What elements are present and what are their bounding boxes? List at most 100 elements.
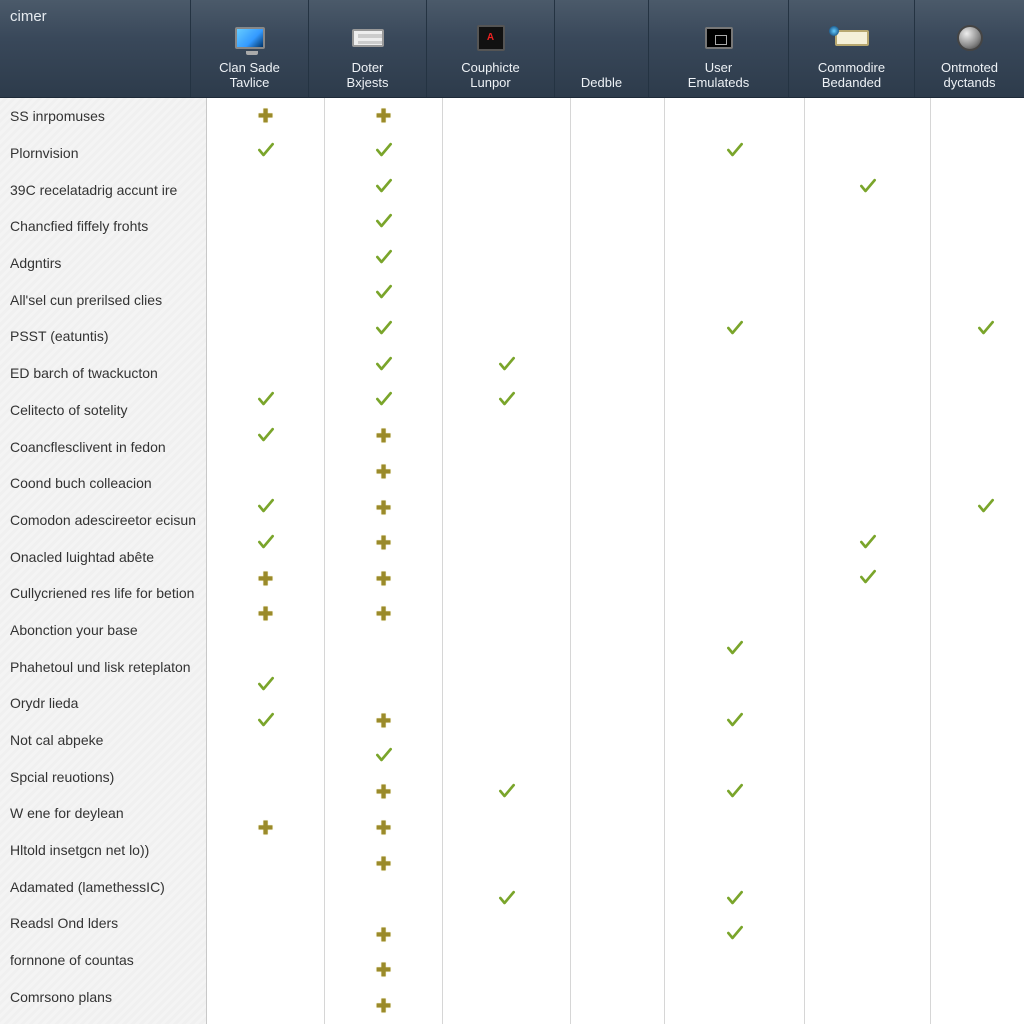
cell bbox=[443, 169, 570, 205]
cell bbox=[571, 632, 664, 668]
cell: ✚ bbox=[207, 810, 324, 846]
cell: ✚ bbox=[207, 561, 324, 597]
cell bbox=[325, 240, 442, 276]
data-column-user-emulateds bbox=[665, 98, 805, 1024]
cell bbox=[931, 810, 1024, 846]
cell bbox=[931, 632, 1024, 668]
check-icon bbox=[858, 567, 878, 590]
check-icon bbox=[497, 389, 517, 412]
cell: ✚ bbox=[325, 703, 442, 739]
plus-icon: ✚ bbox=[376, 427, 391, 445]
cell bbox=[665, 739, 804, 775]
plus-icon: ✚ bbox=[376, 605, 391, 623]
cell bbox=[805, 775, 930, 811]
column-header-doter-bxjests[interactable]: DoterBxjests bbox=[308, 0, 426, 97]
cell: ✚ bbox=[325, 775, 442, 811]
cell: ✚ bbox=[325, 846, 442, 882]
check-icon bbox=[725, 140, 745, 163]
cell bbox=[571, 917, 664, 953]
cell bbox=[443, 134, 570, 170]
cell bbox=[665, 347, 804, 383]
cell bbox=[571, 810, 664, 846]
screen-icon bbox=[697, 19, 741, 57]
cell bbox=[665, 917, 804, 953]
cell bbox=[443, 846, 570, 882]
header-corner-label: cimer bbox=[0, 0, 190, 97]
cell bbox=[207, 739, 324, 775]
data-column-commodire-bedanded bbox=[805, 98, 931, 1024]
cell bbox=[207, 953, 324, 989]
feature-label: Comodon adescireetor ecisun bbox=[0, 502, 206, 539]
header-columns: Clan SadeTavliceDoterBxjestsACouphicteLu… bbox=[190, 0, 1024, 97]
plus-icon: ✚ bbox=[376, 819, 391, 837]
cell bbox=[665, 632, 804, 668]
comparison-grid: SS inrpomusesPlornvision39C recelatadrig… bbox=[0, 98, 1024, 1024]
cell bbox=[571, 347, 664, 383]
cell bbox=[805, 169, 930, 205]
column-header-commodire-bedanded[interactable]: CommodireBedanded bbox=[788, 0, 914, 97]
feature-label: All'sel cun prerilsed clies bbox=[0, 281, 206, 318]
cell bbox=[443, 775, 570, 811]
cell bbox=[571, 205, 664, 241]
column-header-user-emulateds[interactable]: UserEmulateds bbox=[648, 0, 788, 97]
cell bbox=[931, 169, 1024, 205]
cell bbox=[571, 988, 664, 1024]
cell bbox=[931, 561, 1024, 597]
cell bbox=[443, 881, 570, 917]
data-column-clan-sade-tavlice: ✚✚✚✚ bbox=[207, 98, 325, 1024]
cell bbox=[571, 846, 664, 882]
cell bbox=[805, 276, 930, 312]
cell bbox=[443, 917, 570, 953]
cell bbox=[443, 276, 570, 312]
column-header-couphicte-lunpor[interactable]: ACouphicteLunpor bbox=[426, 0, 554, 97]
column-header-clan-sade-tavlice[interactable]: Clan SadeTavlice bbox=[190, 0, 308, 97]
cell bbox=[571, 134, 664, 170]
cell: ✚ bbox=[207, 597, 324, 633]
cell bbox=[805, 597, 930, 633]
check-icon bbox=[725, 888, 745, 911]
feature-label: Coond buch colleacion bbox=[0, 465, 206, 502]
plus-icon: ✚ bbox=[376, 570, 391, 588]
cell bbox=[931, 454, 1024, 490]
cell bbox=[665, 418, 804, 454]
cell bbox=[931, 846, 1024, 882]
feature-label: Cullycriened res life for betion bbox=[0, 575, 206, 612]
cell bbox=[931, 312, 1024, 348]
cell bbox=[325, 383, 442, 419]
cell: ✚ bbox=[325, 490, 442, 526]
column-header-sublabel: Bxjests bbox=[347, 76, 389, 91]
cell bbox=[207, 205, 324, 241]
column-header-label: Couphicte bbox=[461, 61, 520, 76]
check-icon bbox=[374, 389, 394, 412]
check-icon bbox=[256, 496, 276, 519]
cell bbox=[443, 988, 570, 1024]
cell bbox=[207, 668, 324, 704]
plus-icon: ✚ bbox=[376, 107, 391, 125]
column-header-sublabel: Tavlice bbox=[230, 76, 270, 91]
cell bbox=[931, 739, 1024, 775]
cell bbox=[931, 668, 1024, 704]
feature-label: Spcial reuotions) bbox=[0, 758, 206, 795]
cell bbox=[665, 561, 804, 597]
cell bbox=[443, 810, 570, 846]
column-header-dedble[interactable]: Dedble bbox=[554, 0, 648, 97]
check-icon bbox=[725, 318, 745, 341]
feature-label: Adgntirs bbox=[0, 245, 206, 282]
check-icon bbox=[374, 211, 394, 234]
cell bbox=[805, 383, 930, 419]
cell bbox=[805, 810, 930, 846]
check-icon bbox=[725, 781, 745, 804]
cell bbox=[207, 240, 324, 276]
cell bbox=[571, 98, 664, 134]
cell bbox=[325, 632, 442, 668]
cell bbox=[207, 775, 324, 811]
cell bbox=[207, 169, 324, 205]
plus-icon: ✚ bbox=[376, 855, 391, 873]
cell bbox=[571, 276, 664, 312]
cell: ✚ bbox=[325, 597, 442, 633]
column-header-ontmoted-dyctands[interactable]: Ontmoteddyctands bbox=[914, 0, 1024, 97]
cell: ✚ bbox=[325, 917, 442, 953]
feature-label: PSST (eatuntis) bbox=[0, 318, 206, 355]
cell bbox=[805, 240, 930, 276]
cell bbox=[805, 703, 930, 739]
